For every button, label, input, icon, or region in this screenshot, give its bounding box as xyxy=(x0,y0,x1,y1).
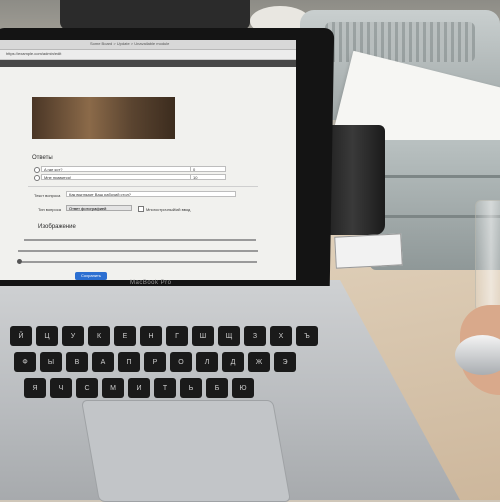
keyboard-key[interactable]: Ш xyxy=(192,326,214,346)
printer-vent xyxy=(325,22,475,62)
address-bar[interactable]: https://example.com/admin/edit xyxy=(0,50,296,60)
keyboard-key[interactable]: Ч xyxy=(50,378,72,398)
keyboard-key[interactable]: У xyxy=(62,326,84,346)
question-type-label: Тип вопроса xyxy=(38,207,61,212)
keyboard-key[interactable]: Л xyxy=(196,352,218,372)
save-button[interactable]: Сохранить xyxy=(75,272,107,280)
tray-shelf xyxy=(370,175,500,178)
image-heading: Изображение xyxy=(38,224,76,230)
keyboard-key[interactable]: Я xyxy=(24,378,46,398)
keyboard-key[interactable]: З xyxy=(244,326,266,346)
keyboard-key[interactable]: М xyxy=(102,378,124,398)
keyboard-key[interactable]: Ф xyxy=(14,352,36,372)
keyboard-key[interactable]: Г xyxy=(166,326,188,346)
keyboard-key[interactable]: Д xyxy=(222,352,244,372)
browser-title: Some Board > Update > Unavailable module xyxy=(90,41,170,46)
laptop-screen: Some Board > Update > Unavailable module… xyxy=(0,40,296,280)
answers-heading: Ответы xyxy=(32,155,53,161)
answer-text-field[interactable]: A где кот? xyxy=(41,166,191,172)
water-glass xyxy=(475,200,500,312)
site-toolbar xyxy=(0,60,296,67)
answer-radio[interactable] xyxy=(34,175,40,181)
answer-radio[interactable] xyxy=(34,167,40,173)
image-slider-track xyxy=(22,261,257,263)
keyboard-key[interactable]: А xyxy=(92,352,114,372)
multiline-checkbox[interactable] xyxy=(138,206,144,212)
multiline-checkbox-label: Многострочный/ий ввод xyxy=(146,207,191,212)
keyboard-key[interactable]: Н xyxy=(140,326,162,346)
keyboard-key[interactable]: Щ xyxy=(218,326,240,346)
question-type-select[interactable]: Ответ фотографией xyxy=(66,205,132,211)
divider xyxy=(28,186,258,187)
answer-text-field[interactable]: Мне нравится! xyxy=(41,174,191,180)
keyboard-key[interactable]: Э xyxy=(274,352,296,372)
keyboard-key[interactable]: Т xyxy=(154,378,176,398)
keyboard-key[interactable]: И xyxy=(128,378,150,398)
keyboard-key[interactable]: С xyxy=(76,378,98,398)
keyboard-key[interactable]: Ы xyxy=(40,352,62,372)
dark-object xyxy=(60,0,250,30)
keyboard-key[interactable]: Е xyxy=(114,326,136,346)
browser-titlebar: Some Board > Update > Unavailable module xyxy=(0,40,296,50)
keyboard-key[interactable]: Х xyxy=(270,326,292,346)
image-slider-track xyxy=(24,239,256,241)
keyboard-key[interactable]: П xyxy=(118,352,140,372)
keyboard-key[interactable]: Ъ xyxy=(296,326,318,346)
trackpad[interactable] xyxy=(81,400,291,502)
image-slider-track xyxy=(18,250,258,252)
laptop-brand: MacBook Pro xyxy=(130,280,172,286)
keyboard-key[interactable]: Б xyxy=(206,378,228,398)
keyboard-key[interactable]: Ь xyxy=(180,378,202,398)
flyer xyxy=(334,233,403,269)
answer-value-field[interactable]: 0 xyxy=(190,166,226,172)
keyboard-key[interactable]: К xyxy=(88,326,110,346)
url-text: https://example.com/admin/edit xyxy=(6,51,62,56)
keyboard-key[interactable]: Ц xyxy=(36,326,58,346)
keyboard-key[interactable]: Р xyxy=(144,352,166,372)
keyboard-key[interactable]: Й xyxy=(10,326,32,346)
question-text-input[interactable]: Как выглядит Ваш рабочий стол? xyxy=(66,191,236,197)
uploaded-photo xyxy=(32,97,175,139)
keyboard-key[interactable]: Ю xyxy=(232,378,254,398)
answer-value-field[interactable]: 10 xyxy=(190,174,226,180)
keyboard-key[interactable]: В xyxy=(66,352,88,372)
keyboard-key[interactable]: Ж xyxy=(248,352,270,372)
question-text-label: Текст вопроса xyxy=(34,193,61,198)
keyboard-key[interactable]: О xyxy=(170,352,192,372)
